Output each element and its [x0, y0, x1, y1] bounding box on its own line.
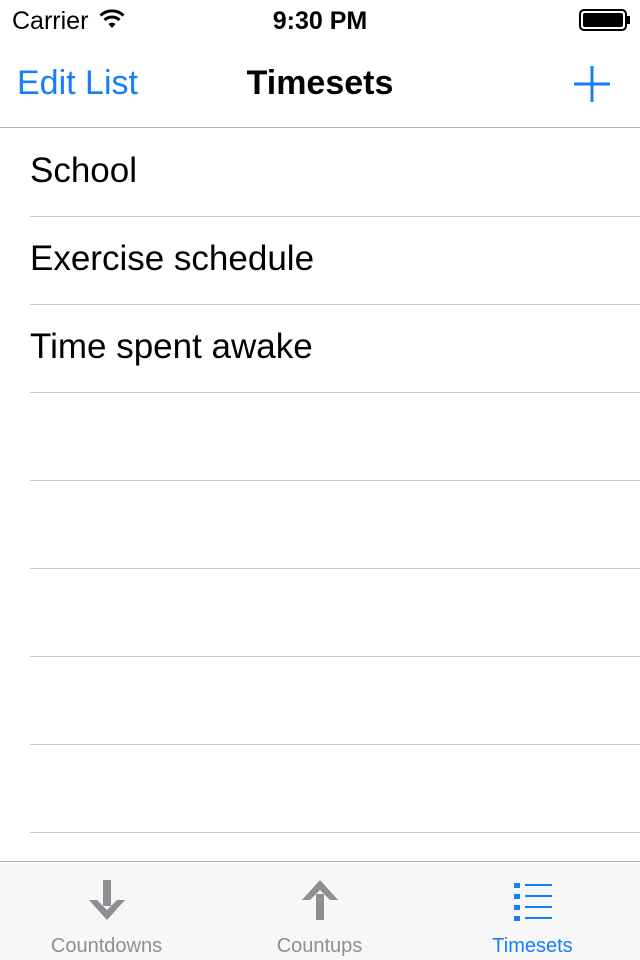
- tab-label: Countdowns: [50, 935, 163, 957]
- empty-list-row: [0, 745, 640, 833]
- list-item[interactable]: Time spent awake: [0, 305, 640, 393]
- navigation-bar: Edit List Timesets: [0, 40, 640, 128]
- tab-bar: Countdowns Countups Timesets: [0, 861, 640, 960]
- list-item-label: Time spent awake: [30, 327, 313, 366]
- plus-icon[interactable]: [570, 62, 614, 106]
- empty-list-row: [0, 393, 640, 481]
- arrow-up-icon: [301, 880, 338, 920]
- status-bar: Carrier 9:30 PM: [0, 0, 640, 40]
- page-title: Timesets: [246, 64, 394, 102]
- list-item[interactable]: School: [0, 129, 640, 217]
- app-screen: Carrier 9:30 PM Edit List Timesets Schoo…: [0, 0, 640, 960]
- empty-list-row: [0, 657, 640, 745]
- empty-list-row: [0, 481, 640, 569]
- tab-timesets[interactable]: Timesets: [426, 862, 639, 960]
- empty-list-row: [0, 569, 640, 657]
- tab-label: Countups: [276, 935, 363, 957]
- battery-icon: [579, 9, 630, 31]
- tab-label: Timesets: [492, 935, 573, 957]
- status-time: 9:30 PM: [272, 7, 368, 35]
- list-item-label: Exercise schedule: [30, 239, 315, 278]
- list-item-label: School: [30, 151, 138, 190]
- arrow-down-icon: [88, 880, 125, 920]
- list-item[interactable]: Exercise schedule: [0, 217, 640, 305]
- tab-countdowns[interactable]: Countdowns: [0, 862, 213, 960]
- timesets-list: School Exercise schedule Time spent awak…: [0, 129, 640, 833]
- tab-countups[interactable]: Countups: [213, 862, 426, 960]
- list-icon: [513, 883, 552, 921]
